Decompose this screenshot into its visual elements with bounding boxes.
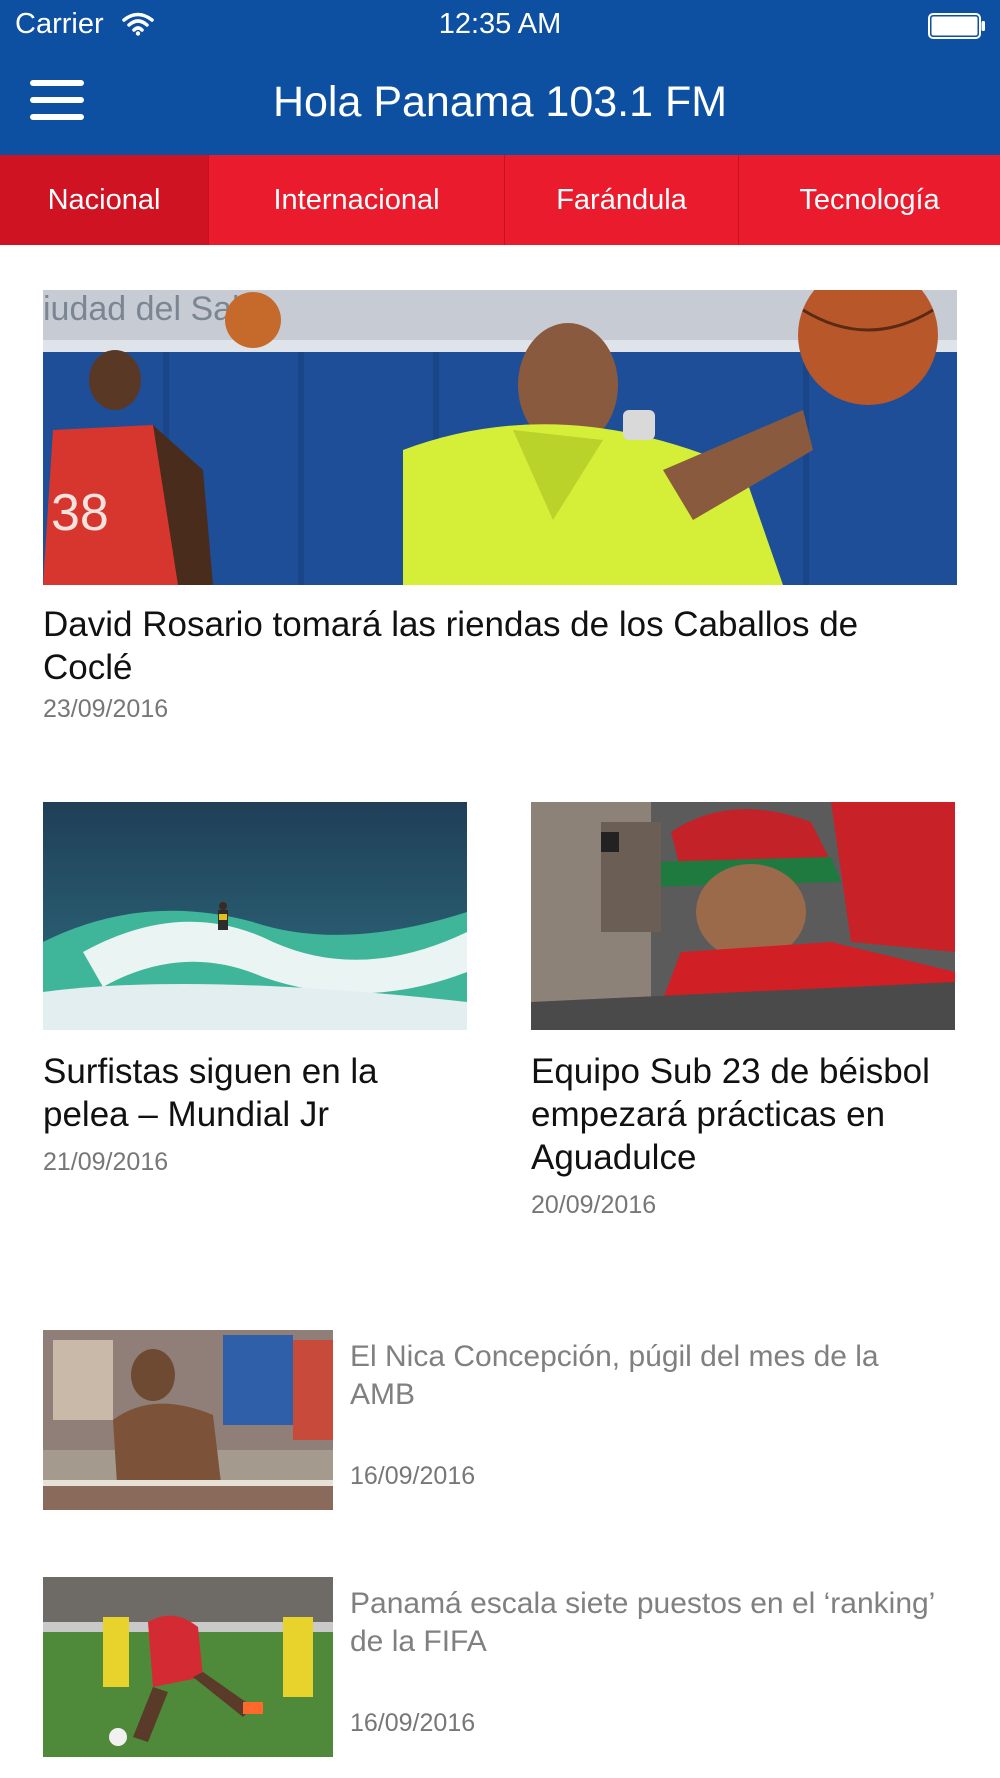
news-card[interactable]: Equipo Sub 23 de béisbol empezará prácti… <box>531 802 955 1220</box>
news-card[interactable]: Surfistas siguen en la pelea – Mundial J… <box>43 802 467 1177</box>
list-item[interactable]: El Nica Concepción, púgil del mes de la … <box>43 1330 957 1510</box>
list-item[interactable]: Panamá escala siete puestos en el ‘ranki… <box>43 1577 957 1757</box>
app-title: Hola Panama 103.1 FM <box>272 78 728 126</box>
featured-image[interactable]: iudad del Sabe 38 <box>43 290 957 585</box>
list-date: 16/09/2016 <box>350 1462 476 1490</box>
card-date: 21/09/2016 <box>43 1148 169 1176</box>
card-image-surf[interactable] <box>43 802 467 1030</box>
tab-farandula[interactable]: Farándula <box>505 155 739 245</box>
list-image-football[interactable] <box>43 1577 333 1757</box>
featured-headline[interactable]: David Rosario tomará las riendas de los … <box>43 603 957 689</box>
status-time: 12:35 AM <box>438 8 562 40</box>
battery-icon <box>928 13 985 39</box>
card-headline[interactable]: Surfistas siguen en la pelea – Mundial J… <box>43 1050 467 1136</box>
list-date: 16/09/2016 <box>350 1709 476 1737</box>
svg-text:38: 38 <box>51 484 109 542</box>
featured-date: 23/09/2016 <box>43 695 169 723</box>
card-date: 20/09/2016 <box>531 1191 657 1219</box>
card-image-baseball[interactable] <box>531 802 955 1030</box>
status-bar: Carrier 12:35 AM <box>0 0 1000 50</box>
list-headline[interactable]: Panamá escala siete puestos en el ‘ranki… <box>350 1585 950 1661</box>
app-header: Carrier 12:35 AM Hola Panama 103.1 FM <box>0 0 1000 155</box>
tab-nacional[interactable]: Nacional <box>0 155 209 245</box>
tab-tecnologia[interactable]: Tecnología <box>739 155 1000 245</box>
category-tabs: Nacional Internacional Farándula Tecnolo… <box>0 155 1000 245</box>
list-image-boxer[interactable] <box>43 1330 333 1510</box>
card-headline[interactable]: Equipo Sub 23 de béisbol empezará prácti… <box>531 1050 955 1179</box>
tab-internacional[interactable]: Internacional <box>209 155 505 245</box>
list-headline[interactable]: El Nica Concepción, púgil del mes de la … <box>350 1338 950 1414</box>
